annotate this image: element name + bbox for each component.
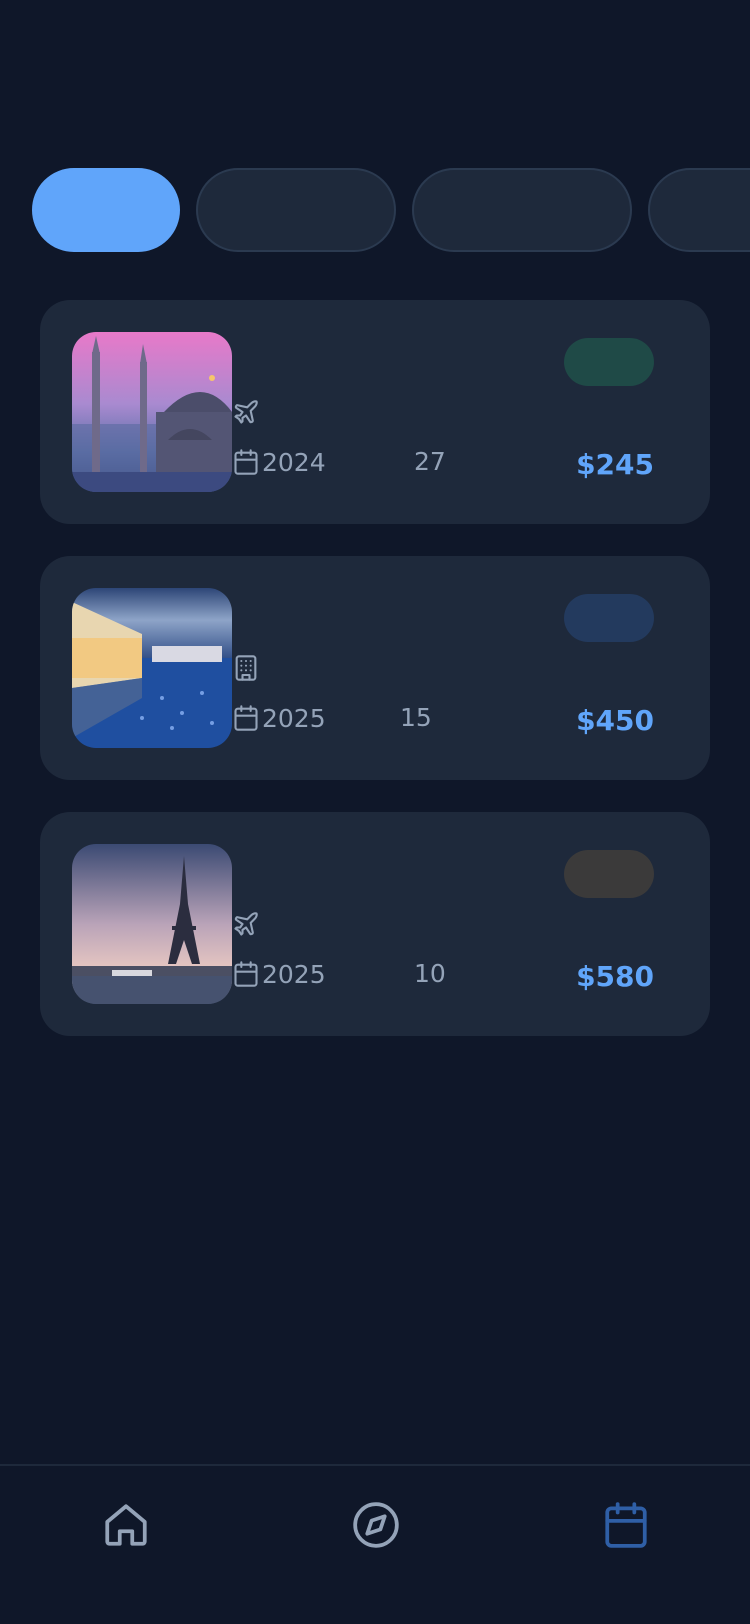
plane-icon xyxy=(232,398,260,426)
calendar-icon xyxy=(232,448,260,476)
filter-chip-3[interactable] xyxy=(412,168,632,252)
istanbul-mosque-photo xyxy=(72,332,232,492)
filter-chip-2[interactable] xyxy=(196,168,396,252)
eiffel-tower-photo xyxy=(72,844,232,1004)
trip-date-text: 2024 xyxy=(262,447,326,477)
hotel-pool-photo xyxy=(72,588,232,748)
booking-card[interactable]: 2025 10 $580 xyxy=(40,812,710,1036)
trip-date-text: 2025 xyxy=(262,703,326,733)
calendar-icon xyxy=(232,704,260,732)
status-badge xyxy=(564,594,654,642)
trip-date: 2024 xyxy=(232,446,326,478)
trip-date: 2025 xyxy=(232,958,326,990)
bottom-nav xyxy=(0,1464,750,1624)
nights-count: 10 xyxy=(414,959,446,988)
price: $580 xyxy=(576,960,654,993)
booking-card[interactable]: 2024 27 $245 xyxy=(40,300,710,524)
filter-chip-4[interactable] xyxy=(648,168,750,252)
compass-icon[interactable] xyxy=(351,1500,401,1550)
bookings-screen: 2024 27 $245 2025 15 $450 2025 10 $580 xyxy=(0,0,750,1624)
calendar-icon[interactable] xyxy=(601,1500,651,1550)
filter-chips xyxy=(32,168,750,252)
booking-card[interactable]: 2025 15 $450 xyxy=(40,556,710,780)
trip-date: 2025 xyxy=(232,702,326,734)
filter-chip-1[interactable] xyxy=(32,168,180,252)
nights-count: 15 xyxy=(400,703,432,732)
plane-icon xyxy=(232,910,260,938)
building-icon xyxy=(232,654,260,682)
home-icon[interactable] xyxy=(101,1500,151,1550)
price: $245 xyxy=(576,448,654,481)
nights-count: 27 xyxy=(414,447,446,476)
calendar-icon xyxy=(232,960,260,988)
trip-date-text: 2025 xyxy=(262,959,326,989)
status-badge xyxy=(564,338,654,386)
status-badge xyxy=(564,850,654,898)
price: $450 xyxy=(576,704,654,737)
